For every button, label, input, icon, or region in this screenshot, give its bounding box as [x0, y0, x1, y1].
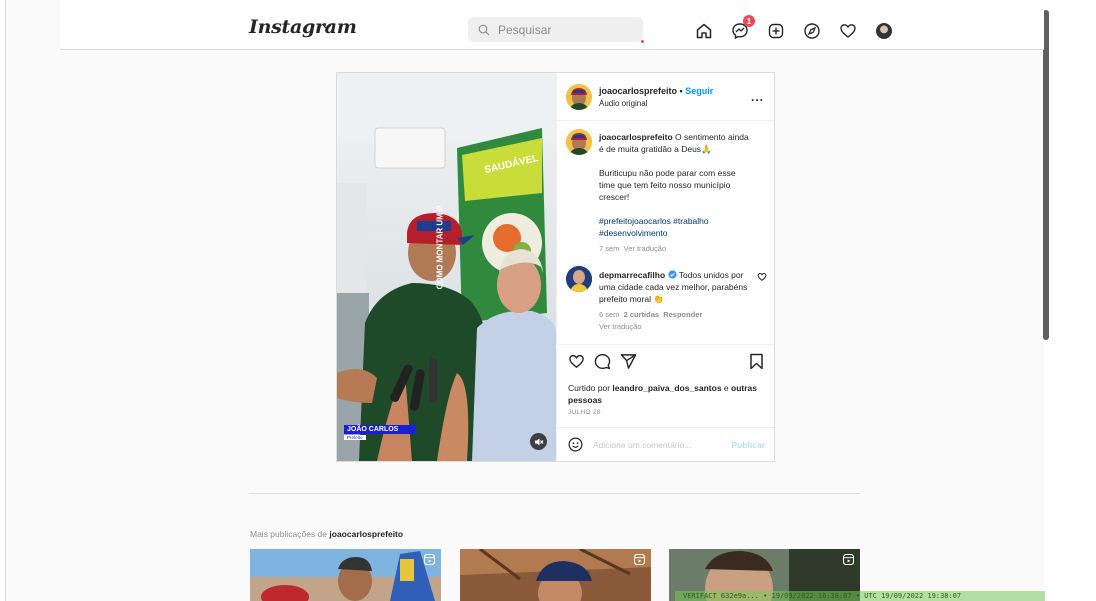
- author-username[interactable]: joaocarlosprefeito: [599, 86, 677, 96]
- liked-prefix: Curtido por: [568, 383, 613, 393]
- follow-button[interactable]: Seguir: [685, 86, 713, 96]
- liked-by-text: Curtido por leandro_paiva_dos_santos e o…: [568, 382, 758, 406]
- post-actions: Curtido por leandro_paiva_dos_santos e o…: [557, 344, 774, 424]
- more-options-icon[interactable]: ...: [751, 90, 764, 104]
- chevron-down-icon[interactable]: [321, 22, 333, 32]
- reel-icon: [424, 554, 435, 565]
- messenger-icon[interactable]: 1: [729, 15, 755, 42]
- new-post-icon[interactable]: [765, 20, 787, 42]
- save-bookmark-icon[interactable]: [749, 353, 764, 370]
- caption-hashtags[interactable]: #prefeitojoaocarlos #trabalho #desenvolv…: [599, 215, 749, 239]
- post-date[interactable]: JULHO 28: [568, 409, 601, 416]
- add-comment-bar: Adicione um comentário... Publicar: [557, 427, 774, 461]
- caption-translate[interactable]: Ver tradução: [624, 244, 667, 253]
- share-icon[interactable]: [620, 353, 637, 370]
- author-avatar[interactable]: [566, 84, 592, 110]
- caption: joaocarlosprefeito O sentimento ainda é …: [599, 131, 749, 255]
- like-heart-icon[interactable]: [568, 353, 585, 370]
- media-overlay-name: JOÃO CARLOS: [344, 425, 416, 434]
- home-icon[interactable]: [693, 20, 715, 42]
- reply-button[interactable]: Responder: [663, 310, 702, 319]
- search-placeholder: Pesquisar: [498, 22, 552, 37]
- comment-input[interactable]: Adicione um comentário...: [593, 440, 691, 450]
- comments-section[interactable]: joaocarlosprefeito O sentimento ainda é …: [557, 122, 774, 344]
- instagram-logo[interactable]: Instagram: [249, 16, 357, 38]
- liked-user-link[interactable]: leandro_paiva_dos_santos: [612, 383, 721, 393]
- reply-meta: 6 sem 2 curtidas Responder: [599, 309, 749, 321]
- verified-badge-icon: [667, 270, 677, 279]
- comment-icon[interactable]: [594, 353, 611, 370]
- action-icons: [568, 353, 637, 370]
- reply-avatar[interactable]: [566, 266, 592, 292]
- activity-heart-icon[interactable]: [837, 20, 859, 42]
- active-indicator: [641, 40, 644, 43]
- search-input[interactable]: Pesquisar: [468, 17, 643, 42]
- more-posts-user[interactable]: joaocarlosprefeito: [329, 529, 403, 539]
- publish-button[interactable]: Publicar: [731, 440, 765, 450]
- audio-label[interactable]: Áudio original: [599, 99, 647, 108]
- media-sign-side-text: COMO MONTAR UM P: [435, 205, 445, 290]
- top-navigation-bar: Instagram Pesquisar 1: [60, 0, 1044, 50]
- post-author: joaocarlosprefeito • Seguir: [599, 86, 713, 96]
- reply-translate[interactable]: Ver tradução: [599, 321, 749, 333]
- more-posts-prefix: Mais publicações de: [250, 529, 330, 539]
- caption-meta: 7 sem Ver tradução: [599, 243, 749, 255]
- reply-comment: depmarrecafilho Todos unidos por uma cid…: [599, 269, 749, 333]
- comment-like-heart-icon[interactable]: [757, 272, 767, 282]
- reel-icon: [634, 554, 645, 565]
- avatar: [876, 23, 892, 39]
- mute-icon[interactable]: [530, 433, 547, 450]
- section-divider: [250, 493, 860, 494]
- caption-username[interactable]: joaocarlosprefeito: [599, 132, 673, 142]
- reel-icon: [843, 554, 854, 565]
- reply-time[interactable]: 6 sem: [599, 310, 619, 319]
- more-posts-heading: Mais publicações de joaocarlosprefeito: [250, 529, 403, 539]
- caption-line2: Buriticupu não pode parar com esse time …: [599, 168, 736, 202]
- reply-username[interactable]: depmarrecafilho: [599, 270, 665, 280]
- liked-mid: e: [721, 383, 732, 393]
- post-media[interactable]: SAUDÁVEL COMO MONTAR UM P JOÃO CARLOS Pr…: [337, 73, 556, 461]
- messenger-badge: 1: [743, 15, 755, 27]
- nav-icons: 1: [693, 15, 895, 43]
- emoji-icon[interactable]: [568, 437, 583, 452]
- search-icon: [478, 24, 490, 35]
- verification-watermark: VERIFACT 632e9a... • 19/09/2022 16:38:07…: [675, 591, 1045, 601]
- more-post-thumbnail[interactable]: [250, 549, 441, 601]
- window-left-frame: [0, 0, 6, 601]
- reply-likes[interactable]: 2 curtidas: [624, 310, 659, 319]
- more-post-thumbnail[interactable]: [460, 549, 651, 601]
- media-name-overlay: JOÃO CARLOS Prefeito: [344, 425, 416, 440]
- page-scrollbar[interactable]: [1043, 10, 1049, 340]
- post-photo: [337, 73, 556, 461]
- post-card: SAUDÁVEL COMO MONTAR UM P JOÃO CARLOS Pr…: [336, 72, 775, 462]
- post-side-panel: joaocarlosprefeito • Seguir Áudio origin…: [556, 73, 774, 461]
- window-right-frame: [1044, 0, 1096, 601]
- caption-time[interactable]: 7 sem: [599, 244, 619, 253]
- separator-dot: •: [679, 86, 683, 96]
- profile-avatar[interactable]: [873, 20, 895, 42]
- caption-avatar[interactable]: [566, 129, 592, 155]
- media-overlay-sub: Prefeito: [344, 435, 366, 440]
- explore-icon[interactable]: [801, 20, 823, 42]
- post-header: joaocarlosprefeito • Seguir Áudio origin…: [557, 73, 774, 121]
